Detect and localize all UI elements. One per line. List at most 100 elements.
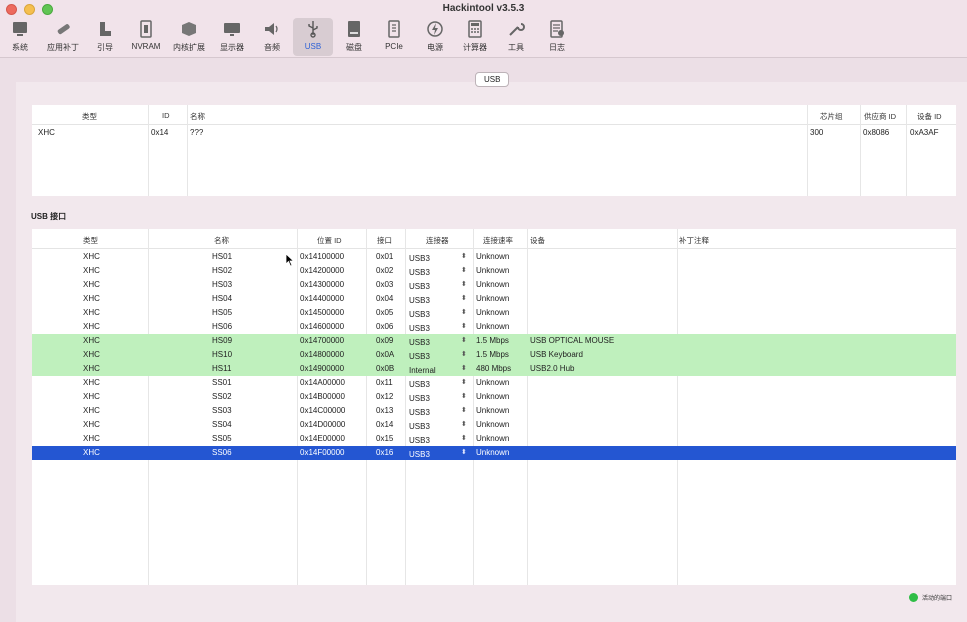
connector-popup-arrows-icon[interactable]: ⬍ [461,266,467,274]
cell-speed: Unknown [476,280,510,289]
toolbar-item-label: NVRAM [131,42,161,51]
toolbar-item-label: 计算器 [463,43,487,52]
cell-type: XHC [83,308,100,317]
cell-connector[interactable]: USB3 [409,436,430,445]
cell-location-id: 0x14200000 [300,266,345,275]
cell-connector[interactable]: USB3 [409,338,430,347]
usb-port-row[interactable]: XHC SS04 0x14D00000 0x14 USB3 Unknown ⬍ [32,418,956,432]
usb-port-row[interactable]: XHC HS05 0x14500000 0x05 USB3 Unknown ⬍ [32,306,956,320]
usb-port-row[interactable]: XHC SS02 0x14B00000 0x12 USB3 Unknown ⬍ [32,390,956,404]
connector-popup-arrows-icon[interactable]: ⬍ [461,294,467,302]
cell-location-id: 0x14600000 [300,322,345,331]
usb-port-row[interactable]: XHC HS11 0x14900000 0x0B Internal 480 Mbps USB… [32,362,956,376]
usb-port-row[interactable]: XHC HS02 0x14200000 0x02 USB3 Unknown ⬍ [32,264,956,278]
cell-speed: Unknown [476,378,510,387]
cell-speed: 1.5 Mbps [476,350,509,359]
usb-port-row[interactable]: XHC HS10 0x14800000 0x0A USB3 1.5 Mbps USB Key… [32,348,956,362]
title-bar: Hackintool v3.5.3 系统 应用补丁 引导 NVRAM 内核扩展 显示器 音频… [0,0,967,58]
cell-connector[interactable]: USB3 [409,296,430,305]
toolbar-item-nvram[interactable]: NVRAM [127,18,165,56]
cell-port: 0x01 [376,252,394,261]
column-separator[interactable] [906,105,907,196]
column-separator[interactable] [860,105,861,196]
cell-type: XHC [83,336,100,345]
toolbar-item-speaker[interactable]: 音频 [253,18,291,56]
column-header-comment[interactable]: 补丁注释 [679,235,709,246]
connector-popup-arrows-icon[interactable]: ⬍ [461,420,467,428]
column-header-device-id[interactable]: 设备 ID [917,111,942,122]
toolbar-item-boot[interactable]: 引导 [86,18,124,56]
cell-speed: 1.5 Mbps [476,336,509,345]
toolbar-item-calculator[interactable]: 计算器 [456,18,494,56]
usb-port-row[interactable]: XHC HS06 0x14600000 0x06 USB3 Unknown ⬍ [32,320,956,334]
column-separator[interactable] [187,105,188,196]
column-header-chipset[interactable]: 芯片组 [820,111,843,122]
connector-popup-arrows-icon[interactable]: ⬍ [461,280,467,288]
cell-connector[interactable]: Internal [409,366,436,375]
toolbar-item-monitor[interactable]: 系统 [1,18,39,56]
column-header-vendor-id[interactable]: 供应商 ID [864,111,896,122]
cell-connector[interactable]: USB3 [409,324,430,333]
usb-port-row[interactable]: XHC SS05 0x14E00000 0x15 USB3 Unknown ⬍ [32,432,956,446]
cell-connector[interactable]: USB3 [409,450,430,459]
cell-location-id: 0x14D00000 [300,420,346,429]
toolbar-item-disk[interactable]: 磁盘 [335,18,373,56]
toolbar-item-log[interactable]: 日志 [538,18,576,56]
cell-connector[interactable]: USB3 [409,352,430,361]
column-header-port[interactable]: 接口 [377,235,392,246]
connector-popup-arrows-icon[interactable]: ⬍ [461,308,467,316]
connector-popup-arrows-icon[interactable]: ⬍ [461,448,467,456]
toolbar-item-usb[interactable]: USB [293,18,333,56]
cell-connector[interactable]: USB3 [409,422,430,431]
cell-connector[interactable]: USB3 [409,394,430,403]
toolbar-item-patch[interactable]: 应用补丁 [44,18,82,56]
cell-connector[interactable]: USB3 [409,310,430,319]
cell-connector[interactable]: USB3 [409,380,430,389]
cell-name: HS02 [212,266,233,275]
cell-name: HS09 [212,336,233,345]
usb-port-row[interactable]: XHC HS01 0x14100000 0x01 USB3 Unknown ⬍ [32,250,956,264]
column-header-name[interactable]: 名称 [190,111,205,122]
connector-popup-arrows-icon[interactable]: ⬍ [461,350,467,358]
tools-icon [505,18,527,40]
cell-port: 0x0A [376,350,395,359]
column-header-type[interactable]: 类型 [83,235,98,246]
toolbar-item-display[interactable]: 显示器 [213,18,251,56]
column-header-id[interactable]: ID [162,111,170,120]
connector-popup-arrows-icon[interactable]: ⬍ [461,406,467,414]
column-header-device[interactable]: 设备 [530,235,545,246]
cell-connector[interactable]: USB3 [409,254,430,263]
column-header-type[interactable]: 类型 [82,111,97,122]
usb-port-row[interactable]: XHC HS09 0x14700000 0x09 USB3 1.5 Mbps USB OPT… [32,334,956,348]
toolbar-item-kext[interactable]: 内核扩展 [170,18,208,56]
column-header-name[interactable]: 名称 [214,235,229,246]
column-header-speed[interactable]: 连接速率 [483,235,513,246]
toolbar-item-pcie[interactable]: PCIe [375,18,413,56]
usb-port-row[interactable]: XHC SS03 0x14C00000 0x13 USB3 Unknown ⬍ [32,404,956,418]
kext-icon [178,18,200,40]
usb-port-row[interactable]: XHC SS06 0x14F00000 0x16 USB3 Unknown ⬍ [32,446,956,460]
toolbar-item-power[interactable]: 电源 [416,18,454,56]
column-separator[interactable] [148,105,149,196]
connector-popup-arrows-icon[interactable]: ⬍ [461,364,467,372]
connector-popup-arrows-icon[interactable]: ⬍ [461,322,467,330]
usb-port-row[interactable]: XHC SS01 0x14A00000 0x11 USB3 Unknown ⬍ [32,376,956,390]
cell-device-id: 0xA3AF [910,128,939,137]
column-header-location-id[interactable]: 位置 ID [317,235,342,246]
cell-connector[interactable]: USB3 [409,282,430,291]
tab-usb[interactable]: USB [475,72,510,87]
controllers-table-header [32,105,956,125]
usb-port-row[interactable]: XHC HS04 0x14400000 0x04 USB3 Unknown ⬍ [32,292,956,306]
toolbar-item-tools[interactable]: 工具 [497,18,535,56]
controller-row[interactable]: XHC 0x14??? 300 0x8086 0xA3AF [32,126,956,140]
connector-popup-arrows-icon[interactable]: ⬍ [461,392,467,400]
column-header-connector[interactable]: 连接器 [426,235,449,246]
connector-popup-arrows-icon[interactable]: ⬍ [461,378,467,386]
cell-connector[interactable]: USB3 [409,408,430,417]
connector-popup-arrows-icon[interactable]: ⬍ [461,252,467,260]
cell-connector[interactable]: USB3 [409,268,430,277]
usb-port-row[interactable]: XHC HS03 0x14300000 0x03 USB3 Unknown ⬍ [32,278,956,292]
connector-popup-arrows-icon[interactable]: ⬍ [461,434,467,442]
connector-popup-arrows-icon[interactable]: ⬍ [461,336,467,344]
column-separator[interactable] [807,105,808,196]
